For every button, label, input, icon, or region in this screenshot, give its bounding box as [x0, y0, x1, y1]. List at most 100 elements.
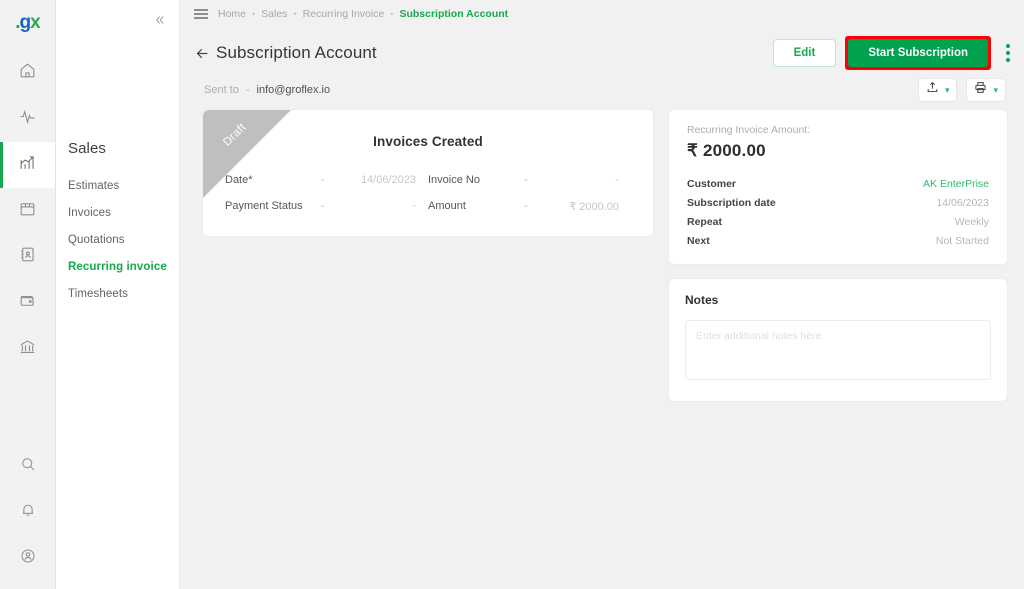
recurring-invoice-summary-card: Recurring Invoice Amount: ₹ 2000.00 Cust…	[668, 109, 1008, 265]
subscription-date-label: Subscription date	[687, 196, 776, 209]
summary-row-subscription-date: Subscription date 14/06/2023	[687, 193, 989, 212]
recurring-amount-caption: Recurring Invoice Amount:	[687, 124, 811, 136]
printer-icon	[974, 81, 987, 99]
edit-button[interactable]: Edit	[772, 39, 837, 67]
summary-row-customer: Customer AK EnterPrise	[687, 174, 989, 193]
rail-item-expenses[interactable]	[0, 280, 55, 326]
customer-value[interactable]: AK EnterPrise	[923, 178, 989, 190]
invoice-date-dash: -	[321, 174, 325, 186]
rail-item-activity[interactable]	[0, 96, 55, 142]
arrow-left-icon[interactable]	[194, 45, 216, 62]
chevron-down-icon: ▾	[993, 84, 998, 95]
rail-item-search[interactable]	[0, 443, 55, 489]
draft-ribbon-label: Draft	[221, 121, 249, 149]
secondary-sidebar: Sales Estimates Invoices Quotations Recu…	[56, 0, 180, 589]
rail-item-inventory[interactable]	[0, 188, 55, 234]
invoice-no-dash: -	[524, 174, 528, 186]
breadcrumb-item-home[interactable]: Home	[218, 8, 246, 20]
content-columns: Draft Invoices Created Date* - 14/06/202…	[180, 101, 1024, 402]
logo-letter-g: g	[19, 11, 32, 33]
chevron-double-left-icon[interactable]	[147, 8, 171, 32]
sidebar-item-quotations[interactable]: Quotations	[68, 227, 179, 254]
sent-to-row: Sent to - info@groflex.io ▾ ▾	[180, 69, 1024, 102]
activity-icon	[18, 107, 37, 131]
payment-status-label: Payment Status	[225, 200, 303, 212]
sidebar-section: Sales Estimates Invoices Quotations Recu…	[56, 0, 179, 308]
right-column: Recurring Invoice Amount: ₹ 2000.00 Cust…	[668, 109, 1008, 402]
next-value: Not Started	[935, 234, 989, 247]
export-button[interactable]: ▾	[917, 78, 958, 102]
start-subscription-highlight: Start Subscription	[845, 36, 991, 70]
recurring-amount-value: ₹ 2000.00	[687, 141, 766, 160]
breadcrumb-separator: •	[252, 9, 256, 19]
logo-letter-x: x	[30, 11, 41, 33]
rail-item-home[interactable]	[0, 50, 55, 96]
app-root: .gx Sales Estimates Invoices Quotations …	[0, 0, 1024, 589]
summary-row-next: Next Not Started	[687, 231, 989, 250]
more-vertical-icon[interactable]	[1000, 40, 1016, 66]
summary-row-repeat: Repeat Weekly	[687, 212, 989, 231]
home-icon	[18, 61, 37, 85]
sidebar-item-timesheets[interactable]: Timesheets	[68, 281, 179, 308]
inventory-box-icon	[18, 199, 37, 223]
document-toolbar: ▾ ▾	[917, 78, 1006, 102]
print-button[interactable]: ▾	[966, 78, 1006, 102]
sidebar-item-invoices[interactable]: Invoices	[68, 200, 179, 227]
reports-chart-icon	[18, 153, 37, 177]
page-actions: Edit Start Subscription	[772, 36, 1016, 70]
page-title: Subscription Account	[216, 43, 377, 62]
invoice-no-value: -	[615, 174, 619, 186]
subscription-date-value: 14/06/2023	[936, 196, 989, 209]
sent-to-label: Sent to	[204, 84, 239, 96]
invoice-field-amount: Amount - ₹ 2000.00	[428, 200, 631, 213]
bell-icon	[19, 501, 37, 524]
rail-bottom-items	[0, 443, 55, 581]
payment-status-dash: -	[321, 200, 325, 212]
wallet-icon	[18, 291, 37, 315]
invoice-date-value: 14/06/2023	[360, 174, 416, 186]
rail-item-account[interactable]	[0, 535, 55, 581]
sent-to-email: info@groflex.io	[256, 84, 331, 96]
status-badge: Draft	[203, 110, 291, 198]
rail-item-notifications[interactable]	[0, 489, 55, 535]
breadcrumb-item-recurring-invoice[interactable]: Recurring Invoice	[303, 8, 385, 20]
amount-dash: -	[524, 200, 528, 212]
repeat-value: Weekly	[954, 215, 989, 228]
sent-to-dash: -	[245, 84, 250, 96]
breadcrumb-separator: •	[390, 9, 394, 19]
page-header: Subscription Account Edit Start Subscrip…	[180, 25, 1024, 70]
start-subscription-button[interactable]: Start Subscription	[848, 39, 988, 67]
rail-item-sales[interactable]	[0, 142, 55, 188]
app-logo[interactable]: .gx	[0, 0, 55, 44]
breadcrumb: Home • Sales • Recurring Invoice • Subsc…	[218, 8, 508, 20]
invoice-field-payment-status: Payment Status - -	[225, 200, 428, 212]
amount-value: ₹ 2000.00	[569, 200, 619, 213]
breadcrumb-item-sales[interactable]: Sales	[261, 8, 287, 20]
breadcrumb-item-subscription-account: Subscription Account	[399, 8, 509, 20]
invoice-no-label: Invoice No	[428, 174, 480, 186]
breadcrumb-bar: Home • Sales • Recurring Invoice • Subsc…	[180, 3, 1024, 25]
rail-item-contacts[interactable]	[0, 234, 55, 280]
notes-title: Notes	[685, 293, 719, 307]
sidebar-item-recurring-invoice[interactable]: Recurring invoice	[68, 254, 179, 281]
icon-rail: .gx	[0, 0, 56, 589]
repeat-label: Repeat	[687, 215, 723, 228]
customer-label: Customer	[687, 177, 737, 190]
main-content: Home • Sales • Recurring Invoice • Subsc…	[180, 0, 1024, 589]
sidebar-item-estimates[interactable]: Estimates	[68, 173, 179, 200]
rail-item-banking[interactable]	[0, 326, 55, 372]
search-icon	[19, 455, 37, 478]
next-label: Next	[687, 234, 710, 247]
upload-export-icon	[926, 81, 939, 99]
hamburger-menu-icon[interactable]	[194, 9, 208, 19]
bank-icon	[18, 337, 37, 361]
left-column: Draft Invoices Created Date* - 14/06/202…	[202, 109, 654, 402]
contacts-book-icon	[18, 245, 37, 269]
user-account-icon	[19, 547, 37, 570]
notes-input[interactable]	[685, 320, 991, 380]
invoices-created-card: Draft Invoices Created Date* - 14/06/202…	[202, 109, 654, 237]
notes-card: Notes	[668, 278, 1008, 402]
amount-label: Amount	[428, 200, 466, 212]
payment-status-value: -	[412, 200, 416, 212]
rail-items	[0, 50, 55, 372]
